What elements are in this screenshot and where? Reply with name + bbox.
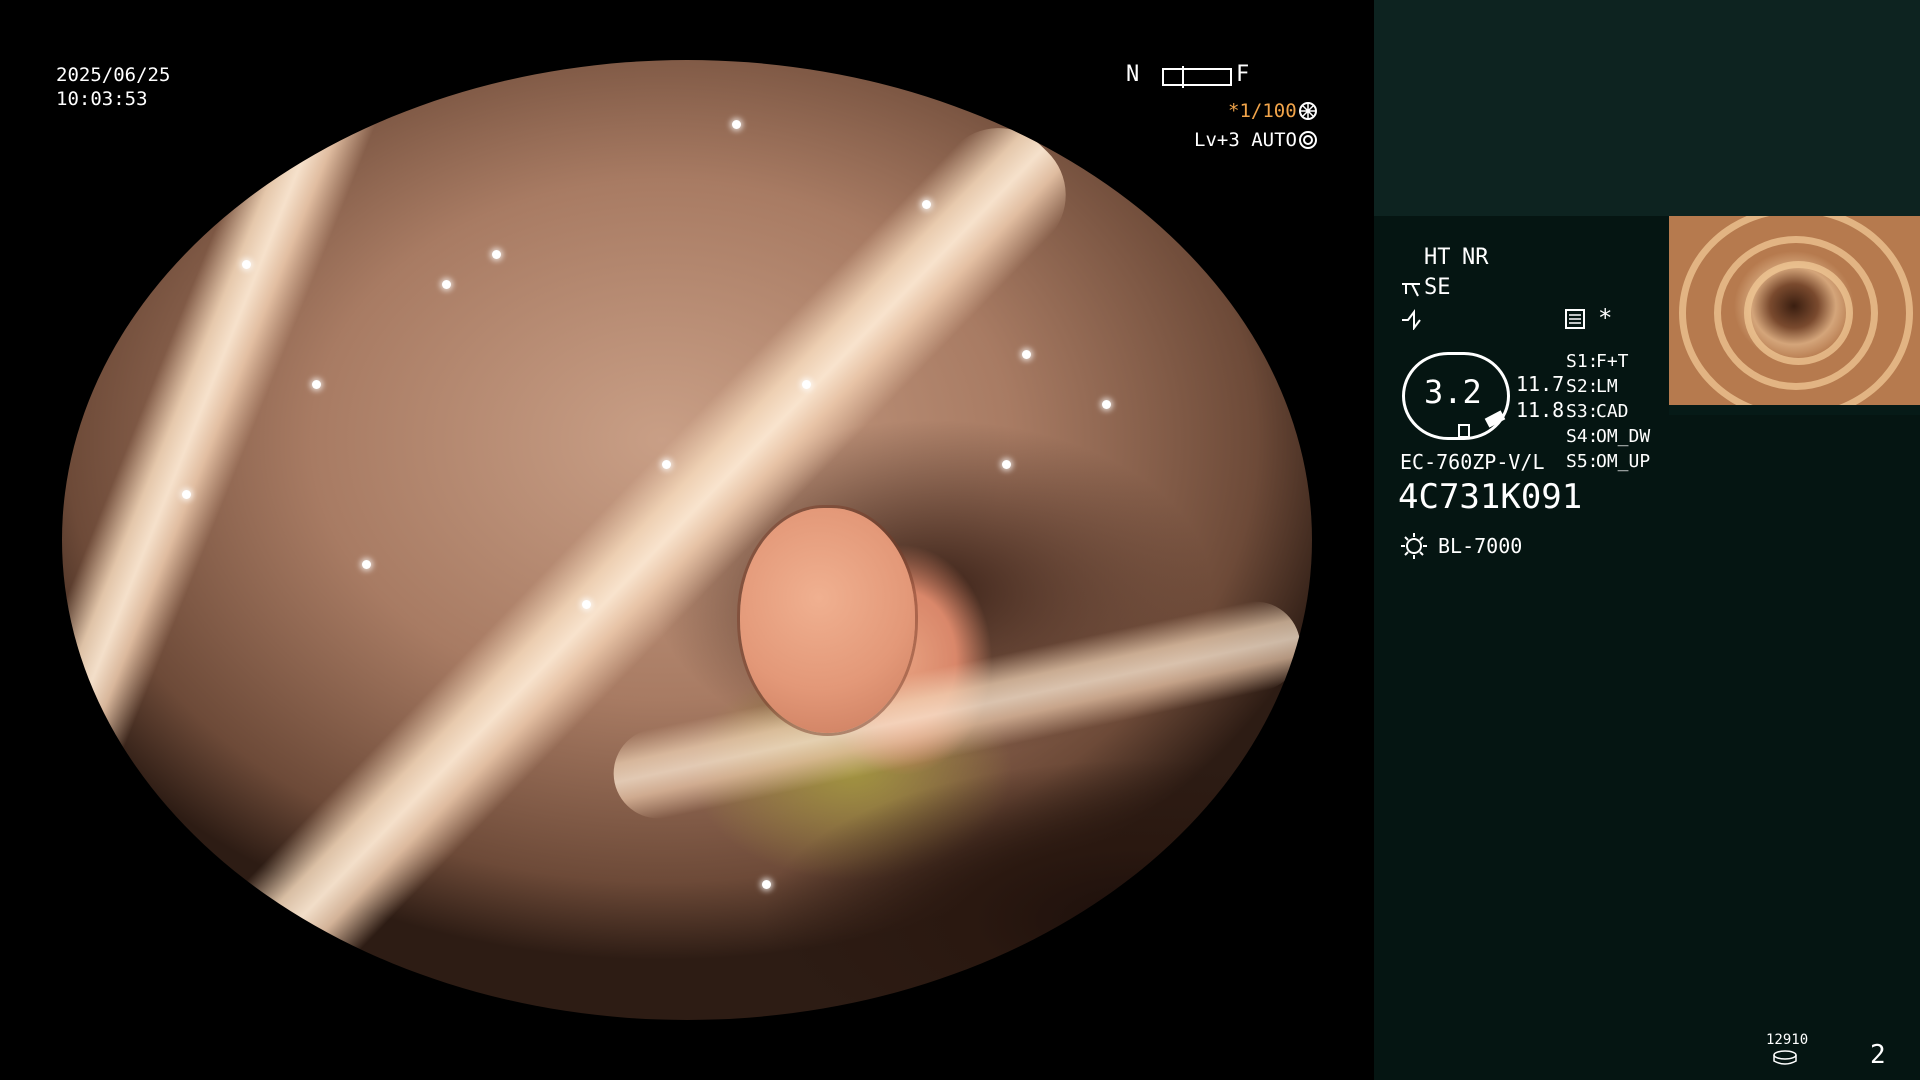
storage-count: 12910 bbox=[1766, 1032, 1809, 1048]
monitor-icon bbox=[1565, 309, 1585, 329]
reading-2: 11.8 bbox=[1516, 398, 1565, 422]
ht-indicator: HT bbox=[1424, 245, 1451, 270]
switch-5-value: OM_UP bbox=[1596, 451, 1651, 472]
light-source: BL-7000 bbox=[1438, 534, 1523, 558]
nr-indicator: NR bbox=[1462, 245, 1489, 270]
specular-reflection bbox=[582, 600, 591, 609]
asterisk-indicator: * bbox=[1598, 304, 1613, 332]
panel-header-block bbox=[1374, 0, 1920, 216]
thumbnail-fold bbox=[1744, 261, 1853, 365]
specular-reflection bbox=[312, 380, 321, 389]
specular-reflection bbox=[732, 120, 741, 129]
gauge-value: 3.2 bbox=[1424, 373, 1482, 411]
exam-time: 10:03:53 bbox=[56, 88, 148, 110]
auto-iris-icon bbox=[1299, 131, 1317, 149]
specular-reflection bbox=[1022, 350, 1031, 359]
switch-5-key: S5: bbox=[1566, 451, 1599, 472]
gauge-marker bbox=[1458, 424, 1470, 438]
switch-1-key: S1: bbox=[1566, 351, 1599, 372]
specular-reflection bbox=[442, 280, 451, 289]
specular-reflection bbox=[922, 200, 931, 209]
mucosal-fold bbox=[605, 593, 1309, 827]
se-indicator: SE bbox=[1424, 275, 1451, 300]
lamp-icon bbox=[1401, 533, 1427, 559]
brightness-level: Lv+3 AUTO bbox=[1194, 129, 1297, 151]
specular-reflection bbox=[662, 460, 671, 469]
far-label: F bbox=[1236, 62, 1250, 87]
endoscope-view-area: 2025/06/25 10:03:53 N F *1/100 Lv+3 AUTO bbox=[0, 0, 1374, 1080]
endoscopic-image bbox=[62, 60, 1312, 1020]
switch-1-value: F+T bbox=[1596, 351, 1629, 372]
switch-4-value: OM_DW bbox=[1596, 426, 1651, 447]
polyp bbox=[740, 508, 915, 733]
exam-date: 2025/06/25 bbox=[56, 64, 171, 86]
switch-3-value: CAD bbox=[1596, 401, 1629, 422]
specular-reflection bbox=[182, 490, 191, 499]
near-label: N bbox=[1126, 62, 1140, 87]
specular-reflection bbox=[802, 380, 811, 389]
switch-4-key: S4: bbox=[1566, 426, 1599, 447]
specular-reflection bbox=[242, 260, 251, 269]
page-number: 2 bbox=[1870, 1040, 1886, 1070]
near-far-focus-bar bbox=[1162, 66, 1232, 88]
thumbnail-status-bar bbox=[1669, 405, 1920, 415]
disk-icon bbox=[1773, 1050, 1797, 1065]
capture-wheel-icon bbox=[1299, 102, 1317, 120]
scissors-icon bbox=[1402, 283, 1420, 297]
wave-icon bbox=[1402, 309, 1421, 330]
reference-thumbnail bbox=[1669, 216, 1920, 405]
specular-reflection bbox=[762, 880, 771, 889]
specular-reflection bbox=[1102, 400, 1111, 409]
scope-serial: 4C731K091 bbox=[1398, 477, 1583, 517]
scope-model: EC-760ZP-V/L bbox=[1400, 450, 1545, 474]
switch-2-key: S2: bbox=[1566, 376, 1599, 397]
shutter-speed: *1/100 bbox=[1228, 100, 1297, 122]
reading-1: 11.7 bbox=[1516, 372, 1565, 396]
switch-3-key: S3: bbox=[1566, 401, 1599, 422]
specular-reflection bbox=[1002, 460, 1011, 469]
specular-reflection bbox=[492, 250, 501, 259]
switch-2-value: LM bbox=[1596, 376, 1618, 397]
specular-reflection bbox=[362, 560, 371, 569]
